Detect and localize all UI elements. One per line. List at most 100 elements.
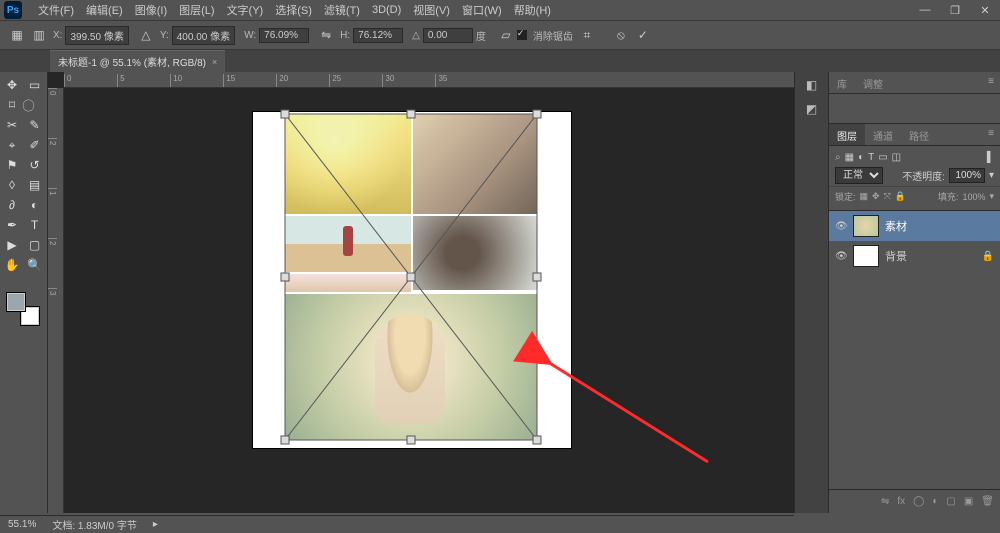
filter-type-icon[interactable]: T <box>868 152 874 163</box>
menu-image[interactable]: 图像(I) <box>129 2 173 18</box>
menu-select[interactable]: 选择(S) <box>269 2 318 18</box>
status-menu-icon[interactable]: ▸ <box>153 519 158 530</box>
history-brush-tool[interactable]: ↺ <box>25 156 45 174</box>
move-tool[interactable]: ✥ <box>2 76 22 94</box>
layer-filter-icon[interactable]: ⌕ <box>835 152 841 163</box>
shape-tool[interactable]: ▢ <box>25 236 45 254</box>
foreground-color-swatch[interactable] <box>6 292 26 312</box>
filter-smart-icon[interactable]: ◫ <box>892 152 901 163</box>
link-xy-icon[interactable]: △ <box>137 26 155 44</box>
menu-help[interactable]: 帮助(H) <box>508 2 557 18</box>
filter-pixel-icon[interactable]: ▦ <box>845 152 854 163</box>
stamp-tool[interactable]: ⚑ <box>2 156 22 174</box>
window-minimize[interactable]: — <box>910 4 940 17</box>
reference-point-icon[interactable]: ▥ <box>30 26 48 44</box>
panel-menu-icon[interactable]: ≡ <box>982 124 1000 145</box>
dodge-tool[interactable]: ◐ <box>25 196 45 214</box>
lock-all-icon[interactable]: 🔒 <box>895 191 906 202</box>
blur-tool[interactable]: ∂ <box>2 196 22 214</box>
zoom-level[interactable]: 55.1% <box>8 519 36 530</box>
skew-h-icon[interactable]: ▱ <box>497 26 515 44</box>
panel-menu-icon[interactable]: ≡ <box>982 72 1000 93</box>
canvas-area[interactable]: 0 5 10 15 20 25 30 35 0 2 1 2 3 <box>48 72 794 513</box>
marquee-tool[interactable]: ▭ <box>25 76 45 94</box>
link-wh-icon[interactable]: ⇋ <box>317 26 335 44</box>
antialias-checkbox[interactable] <box>517 30 527 40</box>
document-canvas[interactable] <box>253 112 571 448</box>
layer-name[interactable]: 背景 <box>885 248 907 264</box>
hand-tool[interactable]: ✋ <box>2 256 22 274</box>
menu-type[interactable]: 文字(Y) <box>221 2 270 18</box>
menu-file[interactable]: 文件(F) <box>32 2 80 18</box>
filter-shape-icon[interactable]: ▭ <box>878 152 887 163</box>
lasso-tool[interactable]: ⌑ <box>2 96 22 114</box>
filter-adjust-icon[interactable]: ◐ <box>858 152 864 163</box>
brush-tool[interactable]: ✐ <box>25 136 45 154</box>
properties-panel-icon[interactable]: ◩ <box>806 102 817 116</box>
crop-tool[interactable]: ✂ <box>2 116 22 134</box>
lock-pixels-icon[interactable]: ▦ <box>860 191 869 202</box>
fill-dropdown-icon[interactable]: ▾ <box>989 191 994 202</box>
color-swatches[interactable] <box>6 292 40 326</box>
eyedropper-tool[interactable]: ✎ <box>25 116 45 134</box>
layer-style-icon[interactable]: fx <box>897 496 905 507</box>
link-layers-icon[interactable]: ⇋ <box>881 496 889 507</box>
adjustment-layer-icon[interactable]: ◐ <box>932 496 938 507</box>
history-panel-icon[interactable]: ◧ <box>806 78 817 92</box>
document-tab[interactable]: 未标题-1 @ 55.1% (素材, RGB/8) × <box>50 50 225 72</box>
opacity-dropdown-icon[interactable]: ▾ <box>989 170 994 181</box>
tab-library[interactable]: 库 <box>829 72 855 93</box>
cancel-transform-icon[interactable]: ⦸ <box>612 26 630 44</box>
menu-filter[interactable]: 滤镜(T) <box>318 2 366 18</box>
placed-image[interactable] <box>285 114 537 440</box>
visibility-icon[interactable]: 👁 <box>835 221 847 232</box>
angle-field[interactable]: 0.00 <box>423 28 473 43</box>
quick-select-tool[interactable]: ⃝ <box>25 96 45 114</box>
menu-3d[interactable]: 3D(D) <box>366 4 407 16</box>
h-field[interactable]: 76.12% <box>353 28 403 43</box>
gradient-tool[interactable]: ▤ <box>25 176 45 194</box>
layer-mask-icon[interactable]: ◯ <box>913 496 924 507</box>
window-close[interactable]: ✕ <box>970 4 1000 17</box>
transform-origin-icon[interactable]: ▦ <box>8 26 26 44</box>
layer-row[interactable]: 👁 素材 <box>829 211 1000 241</box>
w-field[interactable]: 76.09% <box>259 28 309 43</box>
delete-layer-icon[interactable]: 🗑 <box>981 496 994 507</box>
lock-image-icon[interactable]: ⤧ <box>884 191 891 202</box>
tab-adjust[interactable]: 调整 <box>855 72 891 93</box>
tab-channels[interactable]: 通道 <box>865 124 901 145</box>
type-tool[interactable]: T <box>25 216 45 234</box>
lock-position-icon[interactable]: ✥ <box>872 191 880 202</box>
menu-layer[interactable]: 图层(L) <box>173 2 220 18</box>
layer-thumbnail[interactable] <box>853 245 879 267</box>
path-select-tool[interactable]: ▶ <box>2 236 22 254</box>
layer-name[interactable]: 素材 <box>885 218 907 234</box>
y-field[interactable]: 400.00 像素 <box>172 26 235 45</box>
menu-window[interactable]: 窗口(W) <box>456 2 508 18</box>
x-field[interactable]: 399.50 像素 <box>65 26 128 45</box>
fill-field[interactable]: 100% <box>962 192 985 202</box>
collage-cell <box>413 114 537 214</box>
visibility-icon[interactable]: 👁 <box>835 251 847 262</box>
tab-layers[interactable]: 图层 <box>829 124 865 145</box>
menu-edit[interactable]: 编辑(E) <box>80 2 129 18</box>
group-layers-icon[interactable]: ▢ <box>946 496 955 507</box>
ruler-vertical[interactable]: 0 2 1 2 3 <box>48 88 64 513</box>
eraser-tool[interactable]: ◊ <box>2 176 22 194</box>
close-tab-icon[interactable]: × <box>212 57 217 67</box>
menu-view[interactable]: 视图(V) <box>407 2 456 18</box>
window-maximize[interactable]: ❐ <box>940 4 970 17</box>
opacity-field[interactable]: 100% <box>949 168 985 183</box>
ruler-horizontal[interactable]: 0 5 10 15 20 25 30 35 <box>64 72 794 88</box>
new-layer-icon[interactable]: ▣ <box>964 496 973 507</box>
blend-mode-select[interactable]: 正常 <box>835 167 883 184</box>
layer-thumbnail[interactable] <box>853 215 879 237</box>
zoom-tool[interactable]: 🔍 <box>25 256 45 274</box>
tab-paths[interactable]: 路径 <box>901 124 937 145</box>
filter-toggle[interactable]: ▌ <box>987 152 994 163</box>
layer-row[interactable]: 👁 背景 🔒 <box>829 241 1000 271</box>
warp-icon[interactable]: ⌗ <box>578 26 596 44</box>
patch-tool[interactable]: ⌖ <box>2 136 22 154</box>
pen-tool[interactable]: ✒ <box>2 216 22 234</box>
commit-transform-icon[interactable]: ✓ <box>634 26 652 44</box>
